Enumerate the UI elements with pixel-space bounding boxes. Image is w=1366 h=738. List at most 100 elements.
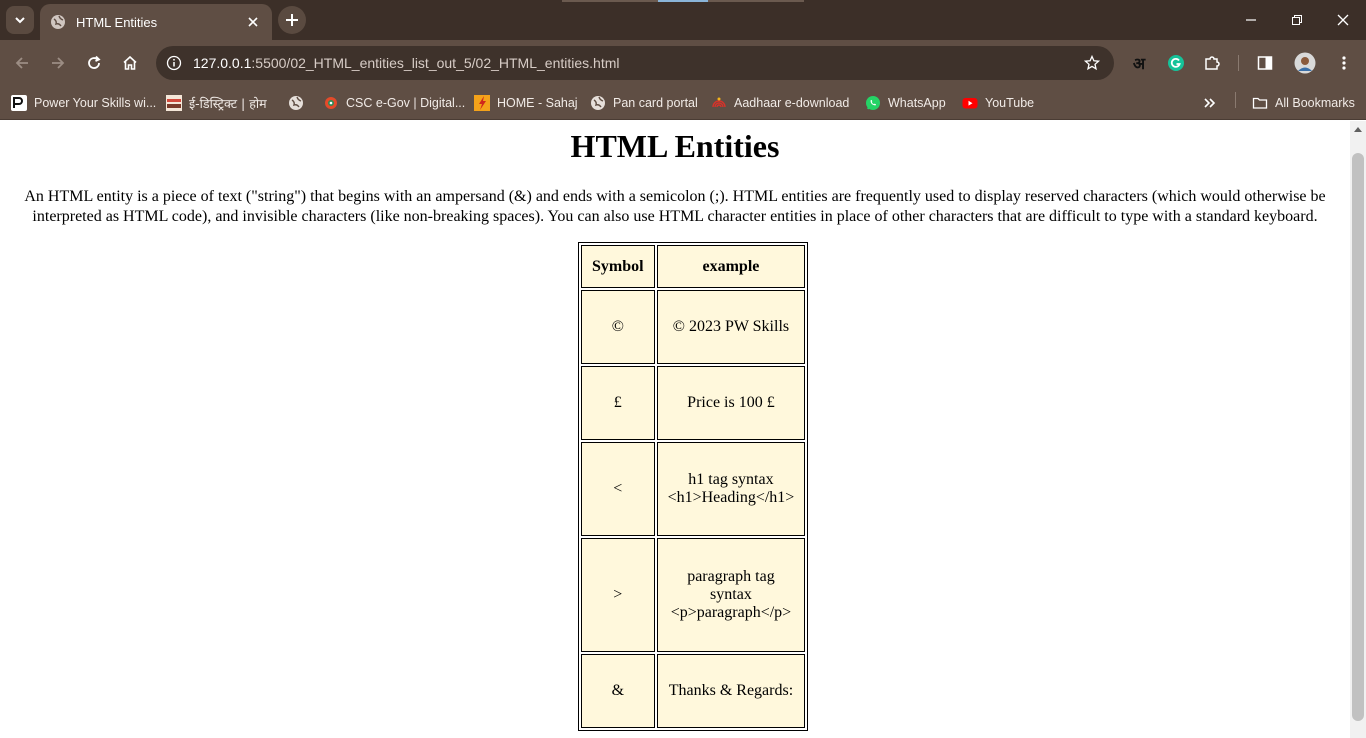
toolbar-separator: [1238, 55, 1239, 71]
globe-icon: [590, 95, 606, 111]
entities-table: Symbol example © © 2023 PW Skills £ Pric…: [578, 242, 809, 731]
bookmarks-overflow-button[interactable]: [1202, 92, 1225, 114]
minimize-button[interactable]: [1228, 0, 1274, 40]
bookmark-power-your-skills[interactable]: Power Your Skills wi...: [11, 92, 156, 114]
bookmark-edistrict[interactable]: ई-डिस्ट्रिक्ट | होम: [166, 92, 267, 114]
reload-icon: [88, 55, 101, 69]
page-scrollbar[interactable]: [1350, 121, 1366, 738]
new-tab-button[interactable]: [278, 6, 306, 34]
globe-icon: [288, 95, 304, 111]
table-header-row: Symbol example: [581, 245, 806, 288]
table-row: © © 2023 PW Skills: [581, 290, 806, 364]
bookmark-youtube[interactable]: YouTube: [962, 92, 1034, 114]
edistrict-icon: [166, 95, 182, 111]
restore-button[interactable]: [1274, 0, 1320, 40]
grammarly-icon: [1168, 55, 1184, 71]
info-icon: [166, 55, 182, 71]
address-bar[interactable]: 127.0.0.1:5500/02_HTML_entities_list_out…: [156, 46, 1114, 80]
url-host: 127.0.0.1: [193, 55, 252, 71]
table-row: < h1 tag syntax <h1>Heading</h1>: [581, 442, 806, 536]
bookmark-label: ई-डिस्ट्रिक्ट | होम: [189, 95, 267, 111]
home-button[interactable]: [115, 48, 145, 78]
site-info-button[interactable]: [159, 48, 189, 78]
window-close-button[interactable]: [1320, 0, 1366, 40]
tab-strip-indicator: [562, 0, 804, 2]
page-title: HTML Entities: [570, 128, 780, 164]
url-text: 127.0.0.1:5500/02_HTML_entities_list_out…: [193, 55, 620, 71]
scrollbar-thumb[interactable]: [1352, 153, 1364, 721]
symbol-cell: <: [581, 442, 655, 536]
bookmark-label: HOME - Sahaj: [497, 96, 578, 110]
table-row: & Thanks & Regards:: [581, 654, 806, 728]
bookmark-aadhaar-e-download[interactable]: Aadhaar e-download: [711, 92, 849, 114]
bookmark-label: YouTube: [985, 96, 1035, 110]
arrow-left-icon: [15, 57, 28, 69]
symbol-cell: >: [581, 538, 655, 652]
browser-menu-button[interactable]: [1329, 48, 1359, 78]
side-panel-button[interactable]: [1250, 48, 1280, 78]
table-row: > paragraph tag syntax <p>paragraph</p>: [581, 538, 806, 652]
bookmark-csc-egov[interactable]: CSC e-Gov | Digital...: [323, 92, 465, 114]
reload-button[interactable]: [79, 48, 109, 78]
bookmark-label: Power Your Skills wi...: [34, 96, 157, 110]
example-cell: © 2023 PW Skills: [656, 290, 806, 364]
scroll-up-button[interactable]: [1350, 121, 1366, 137]
sahaj-icon: [474, 95, 490, 111]
side-panel-icon: [1257, 56, 1273, 70]
avatar-icon: [1294, 52, 1316, 74]
back-button[interactable]: [7, 48, 37, 78]
all-bookmarks-label: All Bookmarks: [1275, 96, 1355, 110]
extensions-button[interactable]: [1197, 48, 1227, 78]
example-cell: h1 tag syntax <h1>Heading</h1>: [656, 442, 806, 536]
bookmark-star-button[interactable]: [1078, 49, 1106, 77]
example-cell: paragraph tag syntax <p>paragraph</p>: [656, 538, 806, 652]
browser-toolbar: 127.0.0.1:5500/02_HTML_entities_list_out…: [0, 40, 1366, 86]
tab-search-button[interactable]: [6, 6, 34, 34]
bookmark-pan-card-portal[interactable]: Pan card portal: [590, 92, 698, 114]
symbol-cell: &: [581, 654, 655, 728]
header-symbol: Symbol: [581, 245, 655, 288]
folder-icon: [1252, 95, 1268, 111]
plus-icon: [286, 14, 298, 26]
profile-avatar-button[interactable]: [1290, 48, 1320, 78]
intro-paragraph: An HTML entity is a piece of text ("stri…: [24, 188, 1326, 225]
tab-html-entities[interactable]: HTML Entities: [40, 4, 272, 40]
bookmark-globe[interactable]: [288, 92, 311, 114]
close-icon: [248, 17, 258, 27]
bookmark-label: Pan card portal: [613, 96, 698, 110]
forward-button[interactable]: [43, 48, 73, 78]
page-viewport: HTML Entities An HTML entity is a piece …: [0, 121, 1350, 738]
restore-icon: [1292, 15, 1302, 25]
chevron-down-icon: [15, 17, 25, 24]
tab-close-button[interactable]: [244, 13, 262, 31]
globe-icon: [51, 15, 65, 29]
example-cell: Thanks & Regards:: [656, 654, 806, 728]
puzzle-icon: [1205, 56, 1220, 70]
symbol-cell: £: [581, 366, 655, 440]
url-path: :5500/02_HTML_entities_list_out_5/02_HTM…: [251, 55, 620, 71]
csc-icon: [323, 95, 339, 111]
grammarly-extension[interactable]: [1161, 48, 1191, 78]
triangle-up-icon: [1354, 127, 1362, 132]
hindi-input-extension[interactable]: अ: [1124, 48, 1154, 78]
example-cell: Price is 100 £: [656, 366, 806, 440]
bookmarks-bar: Power Your Skills wi... ई-डिस्ट्रिक्ट | …: [0, 86, 1366, 120]
bookmark-label: WhatsApp: [888, 96, 946, 110]
home-icon: [123, 55, 137, 70]
arrow-right-icon: [52, 57, 65, 69]
tab-strip: HTML Entities: [0, 0, 1366, 40]
close-icon: [1337, 14, 1349, 26]
star-icon: [1084, 55, 1100, 71]
all-bookmarks-button[interactable]: All Bookmarks: [1252, 92, 1355, 114]
table-row: £ Price is 100 £: [581, 366, 806, 440]
pw-logo-icon: [11, 95, 27, 111]
hindi-letter-icon: अ: [1132, 54, 1146, 73]
more-vert-icon: [1342, 56, 1346, 70]
tab-title: HTML Entities: [76, 14, 158, 30]
aadhaar-icon: [711, 95, 727, 111]
header-example: example: [656, 245, 806, 288]
bookmark-whatsapp[interactable]: WhatsApp: [865, 92, 946, 114]
whatsapp-icon: [865, 95, 881, 111]
double-chevron-right-icon: [1202, 95, 1218, 111]
bookmark-home-sahaj[interactable]: HOME - Sahaj: [474, 92, 578, 114]
